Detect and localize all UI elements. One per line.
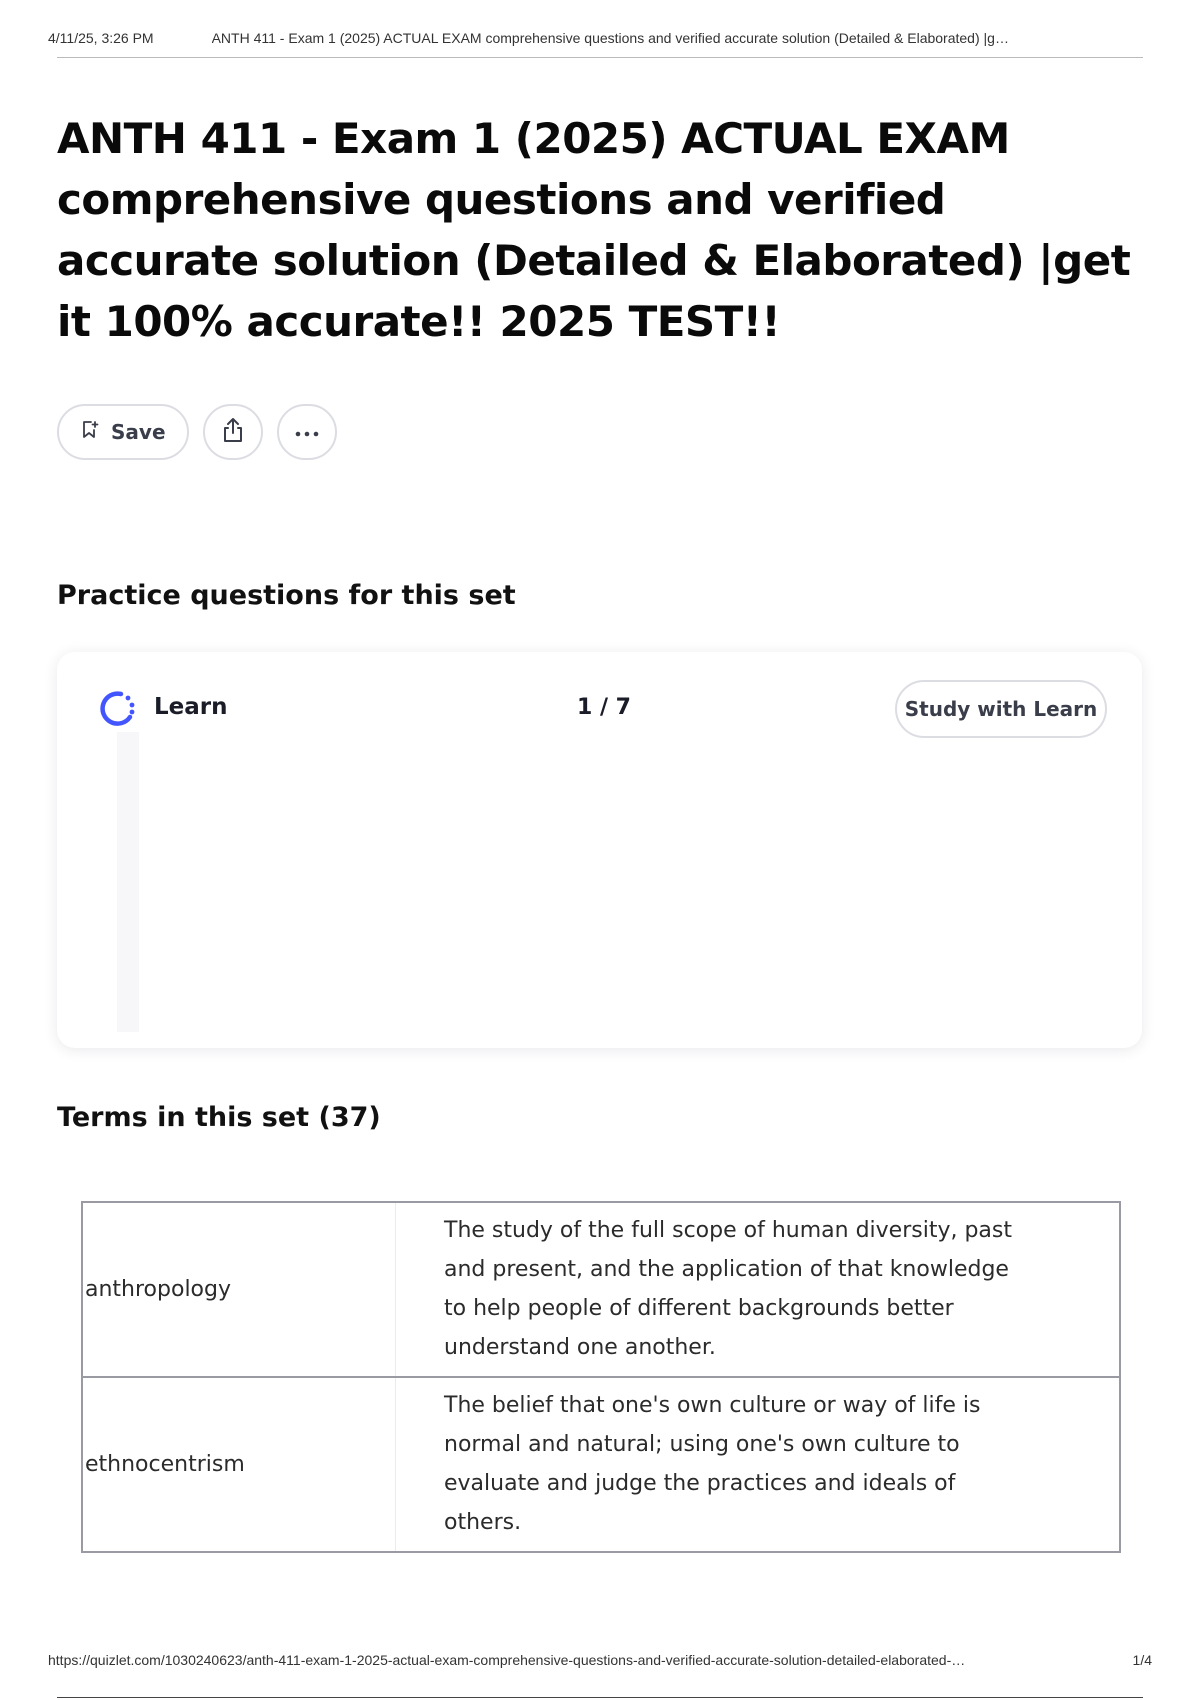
more-icon xyxy=(293,423,321,442)
question-progress: 1 / 7 xyxy=(577,695,631,720)
page-title: ANTH 411 - Exam 1 (2025) ACTUAL EXAM com… xyxy=(57,114,1131,346)
print-datetime: 4/11/25, 3:26 PM xyxy=(48,30,154,46)
page-number: 1/4 xyxy=(1132,1652,1152,1668)
term-cell: ethnocentrism xyxy=(82,1377,396,1553)
print-doc-title: ANTH 411 - Exam 1 (2025) ACTUAL EXAM com… xyxy=(211,30,1009,46)
learn-mode-label: Learn xyxy=(154,694,228,720)
share-button[interactable] xyxy=(203,404,263,460)
save-button[interactable]: Save xyxy=(57,404,189,460)
print-footer: https://quizlet.com/1030240623/anth-411-… xyxy=(48,1652,1152,1668)
terms-table: anthropology The study of the full scope… xyxy=(81,1201,1121,1553)
bookmark-icon xyxy=(81,420,99,444)
save-label: Save xyxy=(111,420,166,444)
card-stripe xyxy=(117,732,139,1032)
definition-cell: The study of the full scope of human div… xyxy=(395,1202,1120,1378)
action-bar: Save xyxy=(57,404,337,460)
terms-heading: Terms in this set (37) xyxy=(57,1102,381,1133)
table-row: ethnocentrism The belief that one's own … xyxy=(82,1377,1120,1553)
share-icon xyxy=(219,415,247,449)
learn-card: Learn 1 / 7 Study with Learn xyxy=(57,652,1142,1048)
footer-divider xyxy=(57,1697,1143,1698)
practice-heading: Practice questions for this set xyxy=(57,580,516,611)
print-url: https://quizlet.com/1030240623/anth-411-… xyxy=(48,1652,966,1668)
header-divider xyxy=(57,57,1143,58)
study-with-learn-button[interactable]: Study with Learn xyxy=(895,680,1107,738)
table-row: anthropology The study of the full scope… xyxy=(82,1202,1120,1378)
more-options-button[interactable] xyxy=(277,404,337,460)
definition-cell: The belief that one's own culture or way… xyxy=(395,1377,1120,1553)
print-header: 4/11/25, 3:26 PM ANTH 411 - Exam 1 (2025… xyxy=(48,30,1152,46)
term-cell: anthropology xyxy=(82,1202,396,1378)
learn-icon xyxy=(95,687,139,735)
